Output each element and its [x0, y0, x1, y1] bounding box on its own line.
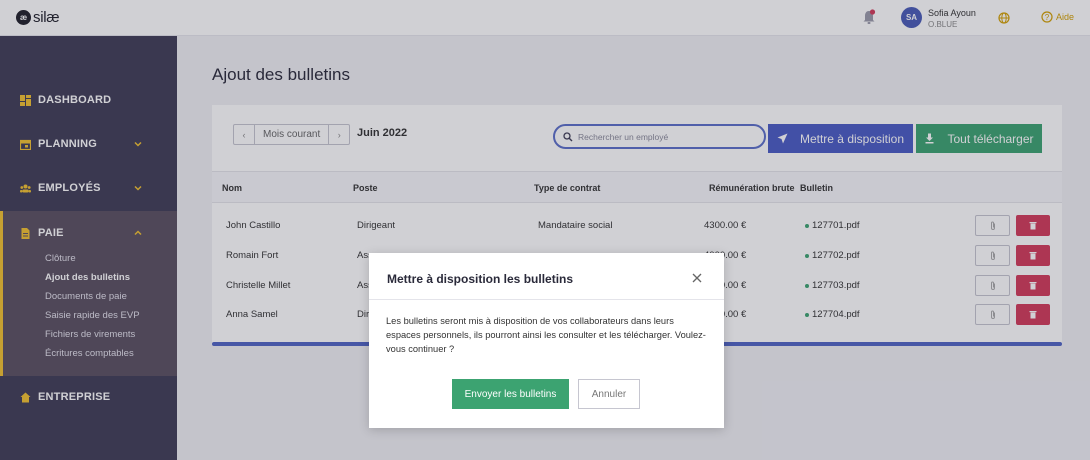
cancel-button[interactable]: Annuler [578, 379, 640, 409]
dispatch-dialog: Mettre à disposition les bulletins Les b… [369, 253, 724, 428]
dialog-title: Mettre à disposition les bulletins [387, 272, 574, 286]
close-icon[interactable] [691, 272, 703, 284]
send-payslips-button[interactable]: Envoyer les bulletins [452, 379, 569, 409]
dialog-message: Les bulletins seront mis à disposition d… [386, 316, 706, 354]
dialog-divider [369, 299, 724, 300]
